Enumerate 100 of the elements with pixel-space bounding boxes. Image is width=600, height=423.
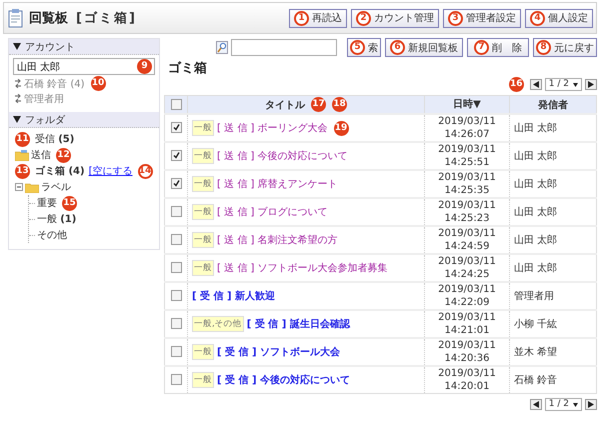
- label-tag: 一般: [192, 176, 214, 192]
- folder-item[interactable]: 受信 (5): [35, 132, 74, 146]
- search-field[interactable]: [231, 39, 337, 56]
- checkbox[interactable]: [170, 98, 182, 110]
- sender-name: 石橋 鈴音: [514, 375, 558, 386]
- checkbox[interactable]: [170, 374, 182, 386]
- message-link[interactable]: [ 送 信 ] 席替えアンケート: [217, 177, 338, 191]
- sender-name: 山田 太郎: [514, 179, 558, 190]
- prev-page-button[interactable]: [530, 79, 542, 90]
- sender-name: 小柳 千紘: [514, 319, 558, 330]
- swap-icon: [15, 94, 21, 103]
- callout-marker: 11: [15, 132, 30, 146]
- date-time: 2019/03/11 14:24:59: [438, 228, 496, 252]
- account-field[interactable]: 山田 太郎 9: [13, 58, 155, 75]
- date-time: 2019/03/11 14:20:01: [438, 368, 496, 392]
- left-arrow-icon: [532, 81, 539, 88]
- toolbar-button[interactable]: 1 再読込: [289, 8, 347, 28]
- callout-marker: 15: [62, 196, 77, 210]
- checkbox[interactable]: [170, 206, 182, 218]
- sender-name: 山田 太郎: [514, 263, 558, 274]
- right-arrow-icon: [588, 401, 594, 408]
- sender-name: 管理者用: [514, 291, 554, 302]
- app-title: 回覧板: [29, 10, 68, 27]
- folder-item[interactable]: 重要: [37, 196, 57, 210]
- page-select[interactable]: 1 / 2: [544, 398, 582, 411]
- page-select[interactable]: 1 / 2: [544, 78, 582, 91]
- label-tag: 一般: [192, 148, 214, 164]
- account-link[interactable]: 石橋 鈴音 (4): [24, 76, 85, 90]
- folder-item[interactable]: ラベル: [41, 180, 71, 194]
- callout-marker: 16: [508, 77, 524, 92]
- folder-item[interactable]: その他: [37, 228, 67, 242]
- callout-marker: 12: [56, 148, 71, 162]
- message-link[interactable]: [ 受 信 ] ソフトボール大会: [217, 345, 340, 359]
- message-link[interactable]: [ 送 信 ] ソフトボール大会参加者募集: [217, 261, 388, 275]
- folder-item[interactable]: ゴミ箱 (4): [35, 164, 85, 178]
- next-page-button[interactable]: [585, 79, 597, 90]
- folder-item[interactable]: 送信: [31, 148, 51, 162]
- message-link[interactable]: [ 送 信 ] ブログについて: [217, 205, 328, 219]
- check-icon: [172, 152, 180, 160]
- callout-marker: 4: [530, 10, 545, 26]
- check-icon: [172, 180, 180, 188]
- folder-item[interactable]: 一般 (1): [37, 212, 76, 226]
- message-link[interactable]: [ 受 信 ] 今後の対応について: [217, 373, 350, 387]
- label-tag: 一般: [192, 344, 214, 360]
- label-tag: 一般: [192, 120, 214, 136]
- checkbox[interactable]: [170, 178, 182, 190]
- message-link[interactable]: [ 受 信 ] 誕生日会確認: [246, 317, 350, 331]
- message-link[interactable]: [ 送 信 ] 名刺注文希望の方: [217, 233, 338, 247]
- empty-trash-link[interactable]: [空にする: [88, 164, 132, 178]
- message-link[interactable]: [ 受 信 ] 新人歓迎: [192, 289, 276, 303]
- label-tag: 一般: [192, 232, 214, 248]
- date-time: 2019/03/11 14:21:01: [438, 312, 496, 336]
- sender-name: 山田 太郎: [514, 123, 558, 134]
- date-time: 2019/03/11 14:25:51: [438, 144, 496, 168]
- date-time: 2019/03/11 14:20:36: [438, 340, 496, 364]
- action-button[interactable]: 7 削 除: [467, 38, 529, 57]
- sender-name: 山田 太郎: [514, 207, 558, 218]
- checkbox[interactable]: [170, 318, 182, 330]
- date-time: 2019/03/11 14:25:35: [438, 172, 496, 196]
- sender-name: 山田 太郎: [514, 151, 558, 162]
- callout-marker: 17: [311, 97, 326, 112]
- toolbar-button[interactable]: 3 管理者設定: [443, 8, 521, 28]
- prev-page-button[interactable]: [530, 399, 542, 410]
- message-link[interactable]: [ 送 信 ] ボーリング大会: [217, 121, 328, 135]
- expand-icon: [13, 43, 21, 50]
- date-time: 2019/03/11 14:26:07: [438, 116, 496, 140]
- folder-icon: [25, 182, 39, 192]
- sender-name: 山田 太郎: [514, 235, 558, 246]
- callout-marker: 18: [332, 97, 347, 112]
- folder-title: [ゴミ箱]: [76, 10, 137, 27]
- column-header[interactable]: タイトル: [265, 98, 305, 112]
- account-link[interactable]: 管理者用: [24, 92, 64, 106]
- folder-icon: [15, 150, 29, 160]
- checkbox[interactable]: [170, 262, 182, 274]
- left-arrow-icon: [532, 401, 539, 408]
- next-page-button[interactable]: [585, 399, 597, 410]
- action-button[interactable]: 6 新規回覧板: [385, 38, 463, 57]
- checkbox[interactable]: [170, 346, 182, 358]
- checkbox[interactable]: [170, 290, 182, 302]
- label-tag: 一般: [192, 372, 214, 388]
- checkbox[interactable]: [170, 122, 182, 134]
- right-arrow-icon: [588, 81, 594, 88]
- date-time: 2019/03/11 14:22:09: [438, 284, 496, 308]
- label-tag: 一般,その他: [192, 316, 244, 332]
- message-link[interactable]: [ 送 信 ] 今後の対応について: [217, 149, 348, 163]
- callout-marker: 7: [474, 40, 489, 55]
- callout-marker: 8: [536, 40, 551, 55]
- sender-name: 並木 希望: [514, 347, 558, 358]
- toolbar-button[interactable]: 4 個人設定: [525, 8, 593, 28]
- toolbar-button[interactable]: 2 カウント管理: [351, 8, 439, 28]
- caret-icon: [573, 402, 578, 406]
- checkbox[interactable]: [170, 150, 182, 162]
- callout-marker: 13: [15, 164, 30, 178]
- date-time: 2019/03/11 14:24:25: [438, 256, 496, 280]
- callout-marker: 3: [448, 10, 463, 26]
- label-tag: 一般: [192, 204, 214, 220]
- checkbox[interactable]: [170, 234, 182, 246]
- action-button[interactable]: 8 元に戻す: [533, 38, 597, 57]
- action-button[interactable]: 5 索: [347, 38, 381, 57]
- clipboard-icon: [7, 8, 25, 28]
